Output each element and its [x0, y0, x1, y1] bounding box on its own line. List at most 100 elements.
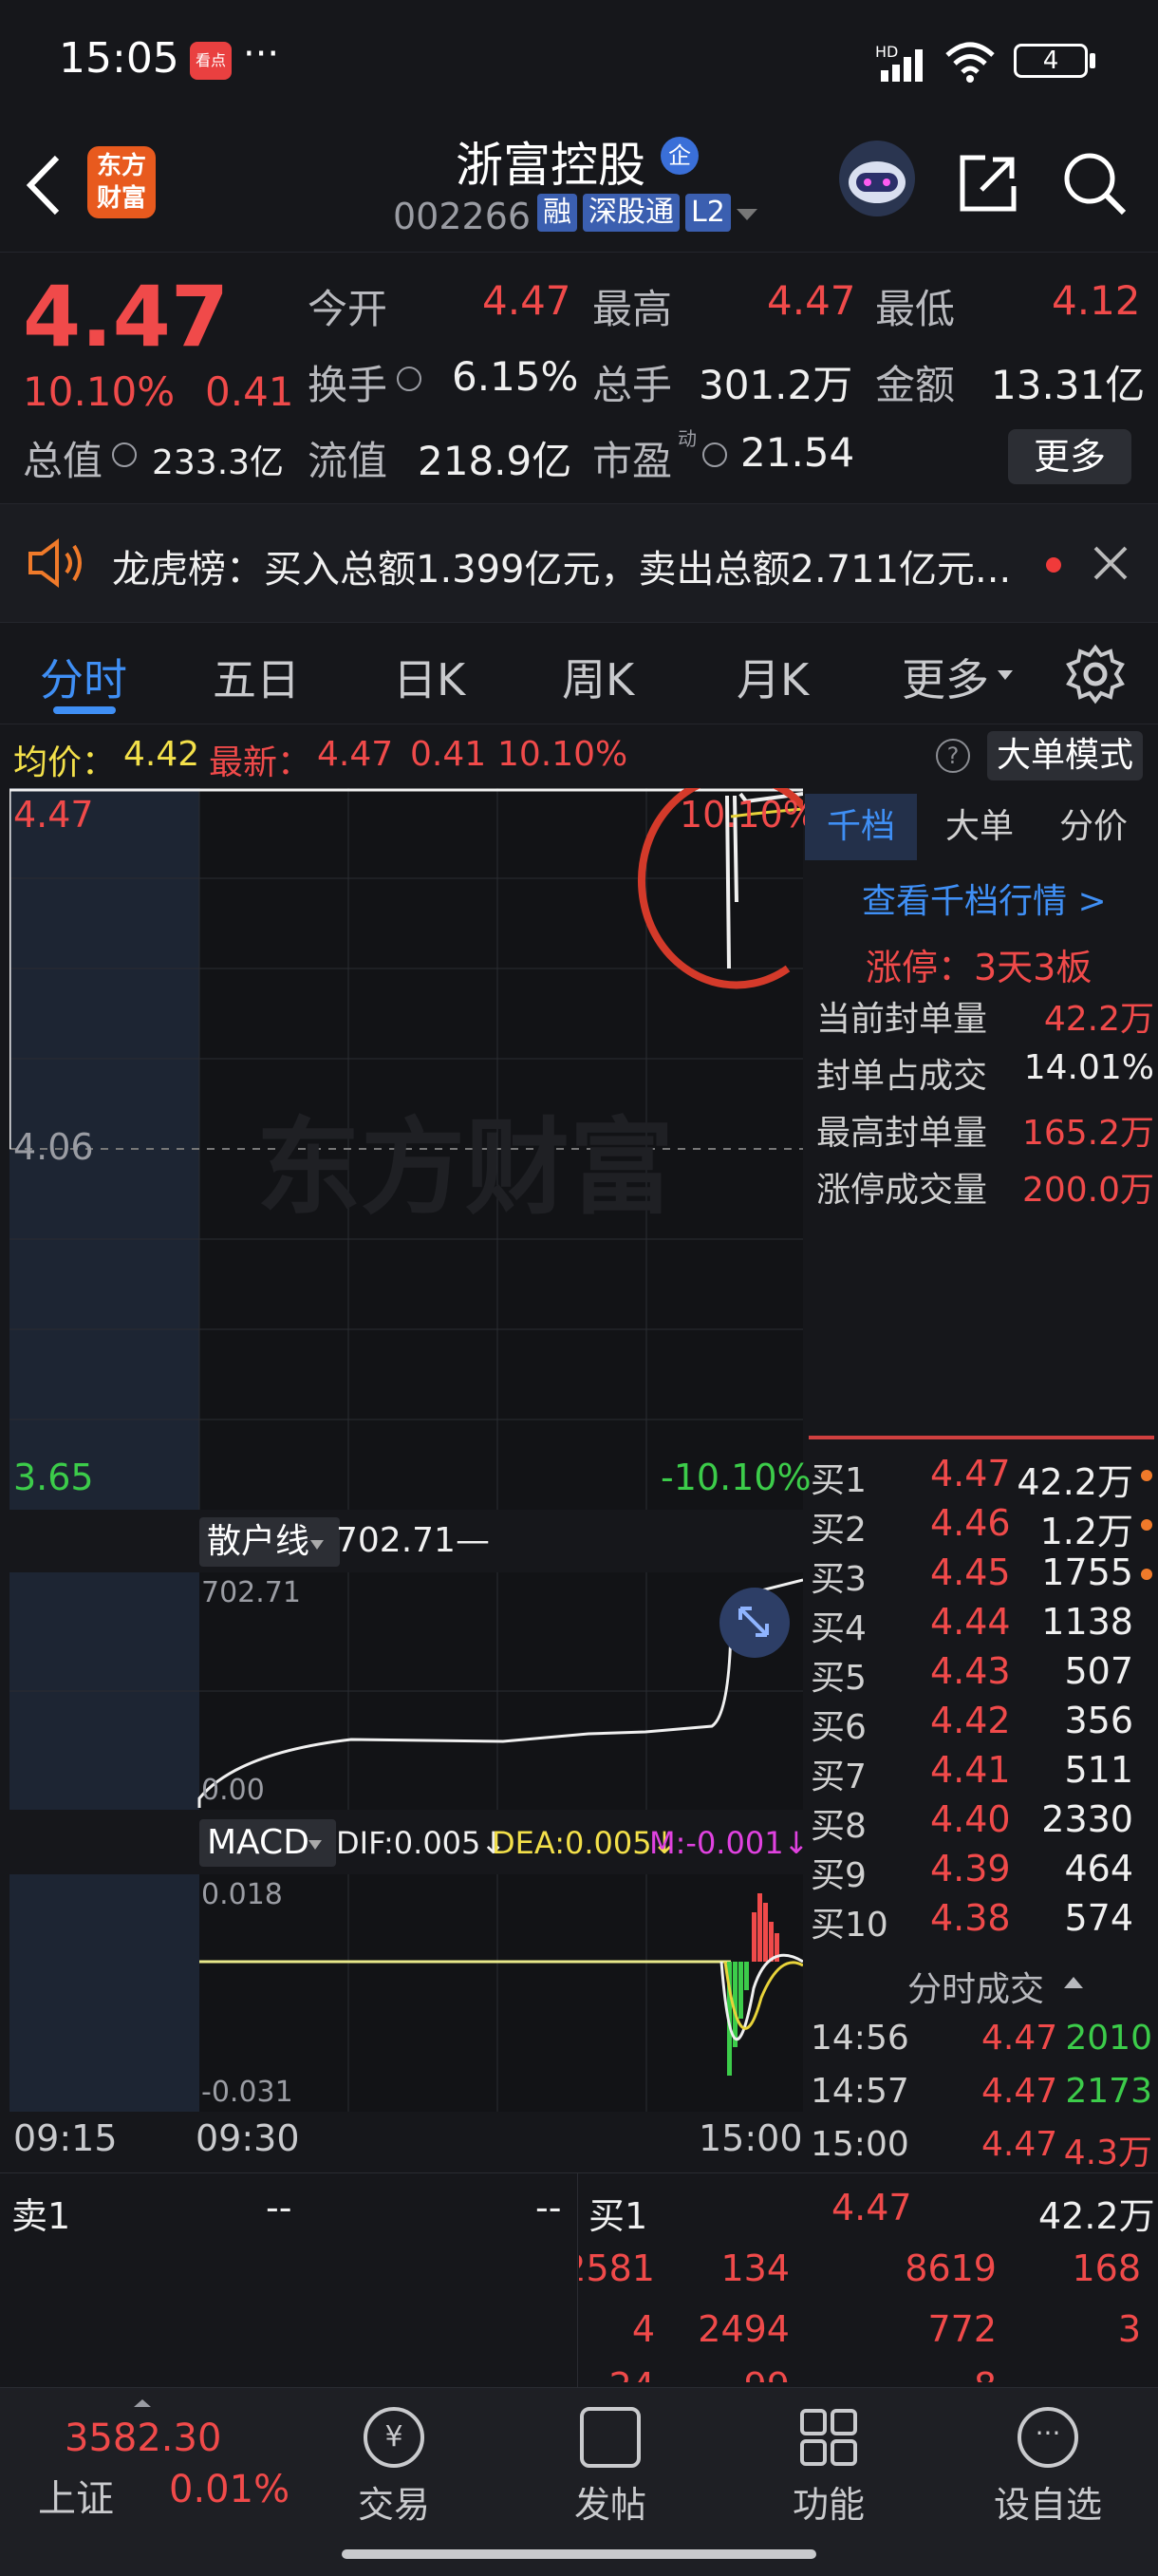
tab-more[interactable]: 更多: [902, 646, 989, 708]
settings-gear-icon[interactable]: [1065, 644, 1126, 708]
order-row[interactable]: 买4 4.44 1138: [811, 1601, 1152, 1650]
macd-m: M:-0.001↓: [649, 1825, 810, 1861]
pe-superscript: 动: [678, 427, 697, 450]
tab-weekly-k[interactable]: 周K: [562, 646, 634, 708]
order-row[interactable]: 买5 4.43 507: [811, 1650, 1152, 1700]
back-icon[interactable]: [23, 152, 65, 222]
amount-value: 13.31亿: [991, 362, 1146, 408]
battery-icon: 4: [1014, 44, 1088, 78]
order-label: 买9: [811, 1856, 867, 1895]
order-dot: [1141, 1569, 1152, 1580]
more-circle-icon: ···: [1018, 2407, 1078, 2468]
signal-icon: HD: [875, 42, 932, 87]
buy1-volume: 42.2万: [1038, 2195, 1155, 2237]
macd-y-bottom: -0.031: [201, 2076, 293, 2109]
buy1-price: 4.47: [831, 2187, 912, 2228]
caret-down-icon: [309, 1536, 325, 1554]
order-label: 买10: [811, 1906, 888, 1945]
order-price: 4.46: [930, 1502, 1011, 1544]
order-label: 买4: [811, 1609, 867, 1648]
tick-row: 15:00 4.47 4.3万: [811, 2125, 1152, 2174]
order-row[interactable]: 买2 4.46 1.2万: [811, 1502, 1152, 1552]
order-volume: 1.2万: [1039, 1511, 1133, 1552]
y-label-top: 4.47: [13, 794, 94, 836]
tab-five-day[interactable]: 五日: [213, 646, 300, 708]
info-icon[interactable]: [112, 442, 137, 467]
tab-intraday[interactable]: 分时: [40, 646, 127, 708]
index-ticker[interactable]: 3582.30 上证 0.01%: [0, 2388, 313, 2530]
order-row[interactable]: 买1 4.47 42.2万: [811, 1453, 1152, 1503]
qiandang-link[interactable]: 查看千档行情 >: [862, 874, 1107, 923]
tab-daily-k[interactable]: 日K: [393, 646, 465, 708]
stock-name: 浙富控股: [456, 138, 645, 193]
status-bar: 15:05 看点 ··· HD 4: [0, 0, 1158, 123]
enterprise-badge-icon: 企: [661, 137, 699, 175]
side-tab-big-order[interactable]: 大单: [945, 794, 1014, 860]
big-order-mode-button[interactable]: 大单模式: [987, 731, 1143, 780]
x-label-close: 15:00: [699, 2117, 803, 2159]
order-row[interactable]: 买9 4.39 464: [811, 1848, 1152, 1897]
queue-cell: 4: [631, 2308, 655, 2350]
watermark: 东方财富: [256, 1107, 674, 1229]
tick-price: 4.47: [981, 2019, 1058, 2058]
info-icon[interactable]: [397, 367, 421, 391]
retail-line-chart[interactable]: 702.71 0.00: [9, 1572, 803, 1810]
intraday-chart[interactable]: 东方财富 4.47 4.06 3.65 10.10% -10.10%: [9, 788, 817, 1510]
notification-icon: 看点: [190, 42, 232, 80]
nav-watchlist[interactable]: ··· 设自选: [983, 2407, 1112, 2528]
notice-bar[interactable]: 龙虎榜：买入总额1.399亿元，卖出总额2.711亿元...: [0, 503, 1158, 623]
float-label: 流值: [308, 438, 388, 484]
mktcap-value: 233.3亿: [152, 443, 285, 482]
macd-svg: [199, 1874, 803, 2112]
share-icon[interactable]: [957, 152, 1019, 218]
search-icon[interactable]: [1061, 150, 1128, 220]
order-row[interactable]: 买7 4.41 511: [811, 1749, 1152, 1798]
side-tab-qiandang[interactable]: 千档: [805, 794, 917, 860]
change-percent: 10.10%: [23, 368, 176, 415]
limit-row-value: 165.2万: [1021, 1114, 1154, 1153]
order-book: 买1 4.47 42.2万 买2 4.46 1.2万 买3 4.45 1755 …: [811, 1453, 1152, 1946]
macd-header: MACD DIF:0.005↓ DEA:0.005↓ M:-0.001↓: [199, 1817, 810, 1871]
order-row[interactable]: 买3 4.45 1755: [811, 1551, 1152, 1601]
order-dot: [1141, 1519, 1152, 1531]
queue-cell: 24: [609, 2365, 655, 2382]
expand-icon[interactable]: [719, 1588, 790, 1658]
nav-post[interactable]: 发帖: [549, 2407, 672, 2528]
order-volume: 574: [1064, 1897, 1133, 1939]
pct-label-top: 10.10%: [680, 794, 817, 836]
side-panel: 千档 大单 分价 查看千档行情 > 涨停：3天3板 当前封单量 42.2万 封单…: [805, 788, 1158, 2172]
queue-cell: 8: [974, 2365, 997, 2382]
ticks-title[interactable]: 分时成交: [907, 1962, 1044, 2011]
sell1-volume: --: [535, 2187, 562, 2228]
order-volume: 356: [1064, 1700, 1133, 1741]
queue-cell: 2581: [579, 2247, 655, 2289]
volume-value: 301.2万: [699, 362, 853, 408]
buy-queue: 2581 134 8619 168 4 2494 772 3 24 99 8: [579, 2240, 1149, 2382]
limit-up-title: 涨停：3天3板: [866, 947, 1093, 988]
dropdown-icon[interactable]: [735, 207, 759, 228]
tick-row: 14:56 4.47 2010: [811, 2019, 1152, 2068]
nav-trade-label: 交易: [357, 2484, 430, 2526]
robot-assistant-icon[interactable]: [839, 141, 915, 216]
help-icon[interactable]: ?: [936, 739, 970, 773]
tick-time: 14:56: [811, 2019, 909, 2058]
limit-row-label: 涨停成交量: [816, 1171, 988, 1210]
tick-volume: 2173: [1065, 2072, 1152, 2111]
avg-value: 4.42: [123, 735, 200, 774]
mktcap-label: 总值: [23, 438, 103, 484]
order-row[interactable]: 买8 4.40 2330: [811, 1798, 1152, 1848]
pe-value: 21.54: [740, 429, 855, 476]
order-row[interactable]: 买10 4.38 574: [811, 1897, 1152, 1946]
close-icon[interactable]: [1092, 544, 1130, 586]
side-tab-price-dist[interactable]: 分价: [1059, 794, 1128, 860]
info-icon[interactable]: [702, 442, 727, 467]
nav-functions[interactable]: 功能: [767, 2407, 890, 2528]
battery-tip: [1090, 53, 1095, 68]
macd-chart[interactable]: 0.018 -0.031: [9, 1874, 803, 2112]
nav-trade[interactable]: ¥ 交易: [332, 2407, 456, 2528]
more-button[interactable]: 更多: [1008, 429, 1131, 484]
tab-monthly-k[interactable]: 月K: [737, 646, 809, 708]
order-row[interactable]: 买6 4.42 356: [811, 1700, 1152, 1749]
l2-tag: L2: [685, 194, 731, 232]
svg-text:HD: HD: [875, 43, 898, 61]
